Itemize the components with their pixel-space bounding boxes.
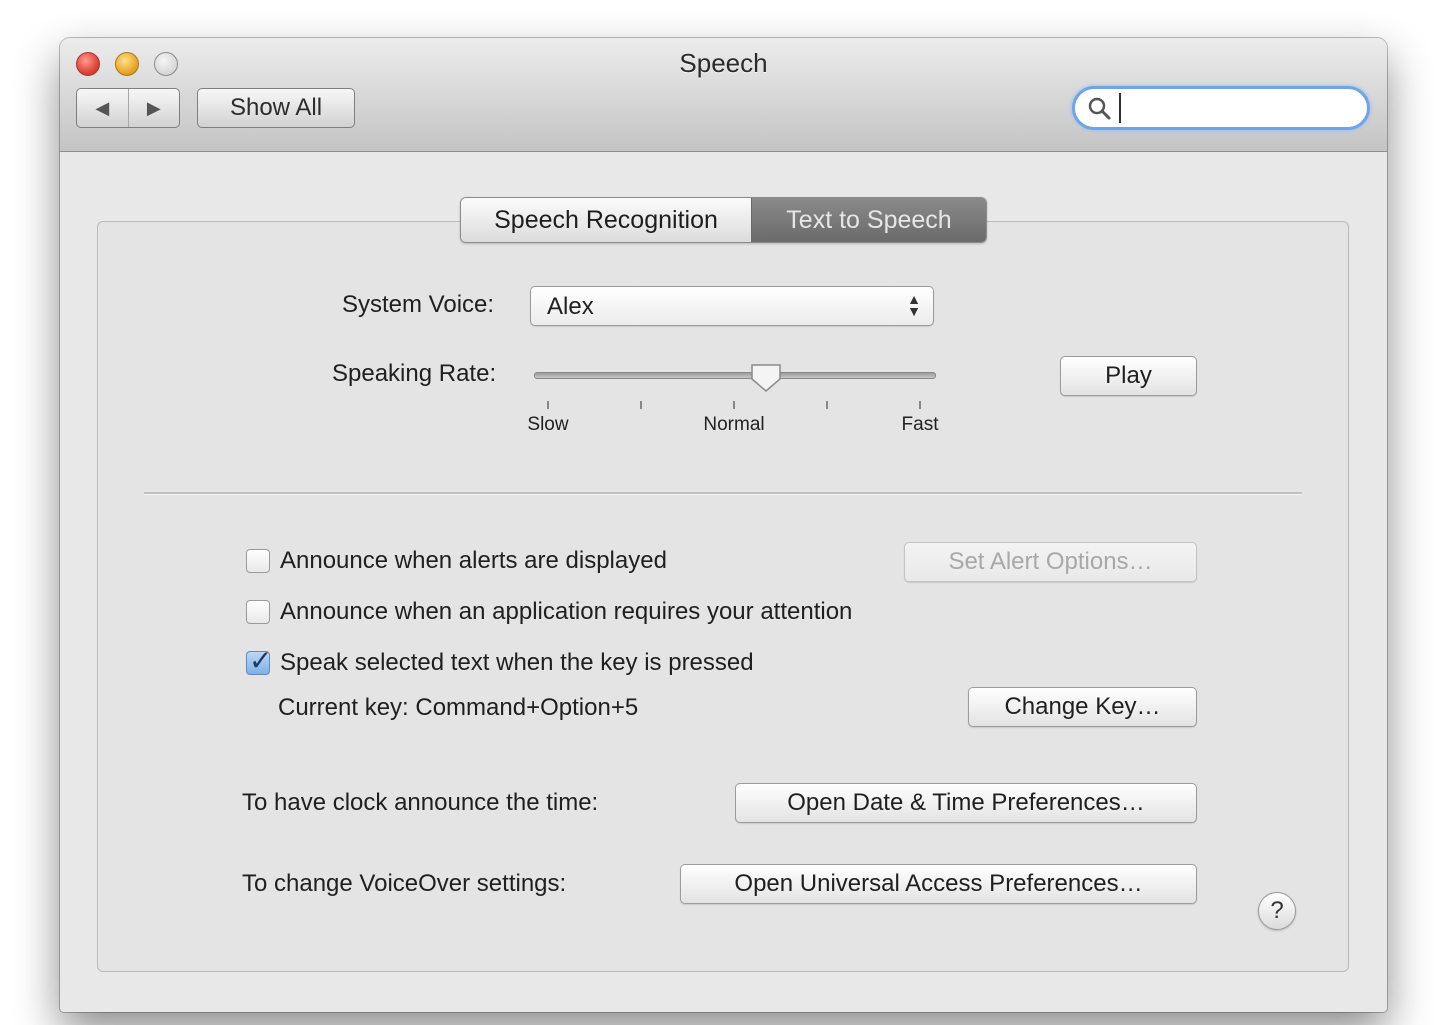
search-field[interactable]	[1072, 86, 1370, 130]
speak-selected-label: Speak selected text when the key is pres…	[280, 649, 754, 676]
system-voice-select[interactable]: Alex ▲ ▼	[530, 286, 934, 326]
help-button[interactable]: ?	[1258, 892, 1296, 930]
announce-attention-checkbox[interactable]	[246, 600, 270, 624]
slider-tick	[733, 401, 735, 409]
announce-alerts-label: Announce when alerts are displayed	[280, 547, 667, 574]
announce-attention-label: Announce when an application requires yo…	[280, 598, 853, 625]
forward-arrow-icon: ▶	[146, 97, 161, 118]
open-date-time-preferences-button[interactable]: Open Date & Time Preferences…	[735, 783, 1197, 823]
tab-content-panel	[97, 221, 1349, 972]
back-button[interactable]: ◀	[77, 89, 128, 127]
search-icon	[1088, 97, 1111, 120]
tab-bar: Speech Recognition Text to Speech	[460, 197, 987, 243]
title-bar: Speech ◀ ▶ Show All	[60, 38, 1387, 152]
speaking-rate-label: Speaking Rate:	[332, 360, 497, 387]
speaking-rate-slider-track[interactable]	[534, 372, 936, 379]
change-key-button[interactable]: Change Key…	[968, 687, 1197, 727]
set-alert-options-button[interactable]: Set Alert Options…	[904, 542, 1197, 582]
announce-alerts-checkbox[interactable]	[246, 549, 270, 573]
tab-speech-recognition[interactable]: Speech Recognition	[461, 198, 751, 242]
play-button[interactable]: Play	[1060, 356, 1197, 396]
slider-tick-label-slow: Slow	[527, 414, 569, 435]
speak-selected-checkbox[interactable]: ✓	[246, 645, 272, 676]
checkmark-icon: ✓	[249, 645, 273, 676]
divider	[144, 492, 1302, 495]
search-input[interactable]	[1119, 93, 1351, 123]
clock-label: To have clock announce the time:	[242, 789, 599, 816]
slider-tick-label-fast: Fast	[901, 414, 939, 435]
show-all-button[interactable]: Show All	[197, 88, 355, 128]
slider-tick	[640, 401, 642, 409]
current-key-label: Current key: Command+Option+5	[278, 694, 639, 721]
back-arrow-icon: ◀	[95, 97, 110, 118]
window-title: Speech	[679, 48, 768, 78]
select-arrows-icon: ▲ ▼	[907, 291, 921, 319]
system-voice-label: System Voice:	[342, 291, 495, 318]
speaking-rate-slider-knob[interactable]	[749, 363, 783, 393]
forward-button[interactable]: ▶	[127, 89, 180, 127]
voiceover-label: To change VoiceOver settings:	[242, 870, 567, 897]
speech-preferences-window: Speech ◀ ▶ Show All Speech Recognition T…	[60, 38, 1387, 1012]
slider-tick	[547, 401, 549, 409]
slider-tick	[826, 401, 828, 409]
slider-tick	[919, 401, 921, 409]
system-voice-value: Alex	[547, 293, 594, 320]
tab-text-to-speech[interactable]: Text to Speech	[751, 198, 986, 242]
back-forward-control: ◀ ▶	[76, 88, 180, 128]
slider-tick-label-normal: Normal	[703, 414, 765, 435]
open-universal-access-preferences-button[interactable]: Open Universal Access Preferences…	[680, 864, 1197, 904]
